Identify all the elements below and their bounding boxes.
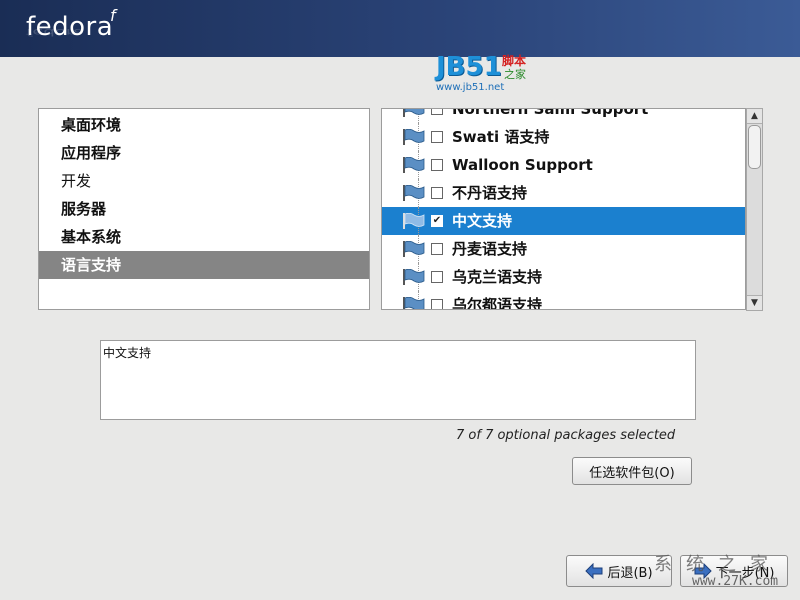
group-checkbox-checked[interactable]: ✔	[431, 215, 443, 227]
bottom-watermark-url: www.27K.com	[692, 574, 779, 589]
jb51-watermark: JB51 脚本 之家 www.jb51.net	[436, 52, 532, 96]
flag-icon	[403, 129, 425, 145]
flag-icon	[403, 109, 425, 117]
group-row[interactable]: 乌克兰语支持	[382, 263, 745, 291]
fedora-logo-reflection: fedora	[26, 26, 85, 38]
group-label: Walloon Support	[452, 156, 593, 174]
group-checkbox[interactable]	[431, 271, 443, 283]
group-row[interactable]: 不丹语支持	[382, 179, 745, 207]
group-row[interactable]: Northern Sami Support	[382, 108, 745, 123]
group-checkbox[interactable]	[431, 159, 443, 171]
flag-icon	[403, 297, 425, 309]
category-list[interactable]: 桌面环境 应用程序 开发 服务器 基本系统 语言支持	[38, 108, 370, 310]
group-row[interactable]: 乌尔都语支持	[382, 291, 745, 310]
category-item[interactable]: 应用程序	[39, 139, 369, 167]
group-label: 中文支持	[452, 212, 513, 230]
description-text: 中文支持	[103, 346, 152, 360]
optional-packages-button[interactable]: 任选软件包(O)	[572, 457, 692, 485]
watermark-green: 之家	[504, 68, 526, 81]
group-row[interactable]: Walloon Support	[382, 151, 745, 179]
category-item[interactable]: 基本系统	[39, 223, 369, 251]
flag-icon	[403, 269, 425, 285]
scroll-down-arrow-icon[interactable]: ▼	[747, 295, 762, 310]
back-arrow-icon	[585, 563, 603, 579]
group-checkbox[interactable]	[431, 299, 443, 309]
category-item[interactable]: 服务器	[39, 195, 369, 223]
back-label: 后退(B)	[607, 565, 653, 581]
group-label: Northern Sami Support	[452, 108, 649, 118]
package-status: 7 of 7 optional packages selected	[456, 428, 676, 443]
group-label: 丹麦语支持	[452, 240, 528, 258]
flag-icon	[403, 157, 425, 173]
scroll-thumb[interactable]	[748, 125, 761, 169]
group-label: 乌尔都语支持	[452, 296, 543, 310]
group-label: 乌克兰语支持	[452, 268, 543, 286]
group-checkbox[interactable]	[431, 109, 443, 115]
bottom-watermark: 系统之家	[654, 554, 782, 575]
category-item[interactable]: 桌面环境	[39, 111, 369, 139]
group-description: 中文支持	[100, 340, 696, 420]
scroll-up-arrow-icon[interactable]: ▲	[747, 109, 762, 124]
flag-icon	[403, 185, 425, 201]
group-list[interactable]: Northern Sami Support Swati 语支持 Walloon …	[381, 108, 746, 310]
optional-packages-label: 任选软件包(O)	[589, 465, 675, 481]
category-item-selected[interactable]: 语言支持	[39, 251, 369, 279]
fedora-logo-mark: f	[110, 6, 116, 25]
group-row[interactable]: Swati 语支持	[382, 123, 745, 151]
group-checkbox[interactable]	[431, 187, 443, 199]
header-banner: fedora f fedora	[0, 0, 800, 57]
group-checkbox[interactable]	[431, 243, 443, 255]
flag-icon	[403, 213, 425, 229]
watermark-brand: JB51	[436, 52, 502, 82]
group-row-selected[interactable]: ✔ 中文支持	[382, 207, 745, 235]
group-checkbox[interactable]	[431, 131, 443, 143]
category-item[interactable]: 开发	[39, 167, 369, 195]
flag-icon	[403, 241, 425, 257]
group-label: 不丹语支持	[452, 184, 528, 202]
watermark-url: www.jb51.net	[436, 82, 505, 93]
group-row[interactable]: 丹麦语支持	[382, 235, 745, 263]
group-list-scrollbar[interactable]: ▲ ▼	[746, 108, 763, 311]
group-label: Swati 语支持	[452, 128, 550, 146]
